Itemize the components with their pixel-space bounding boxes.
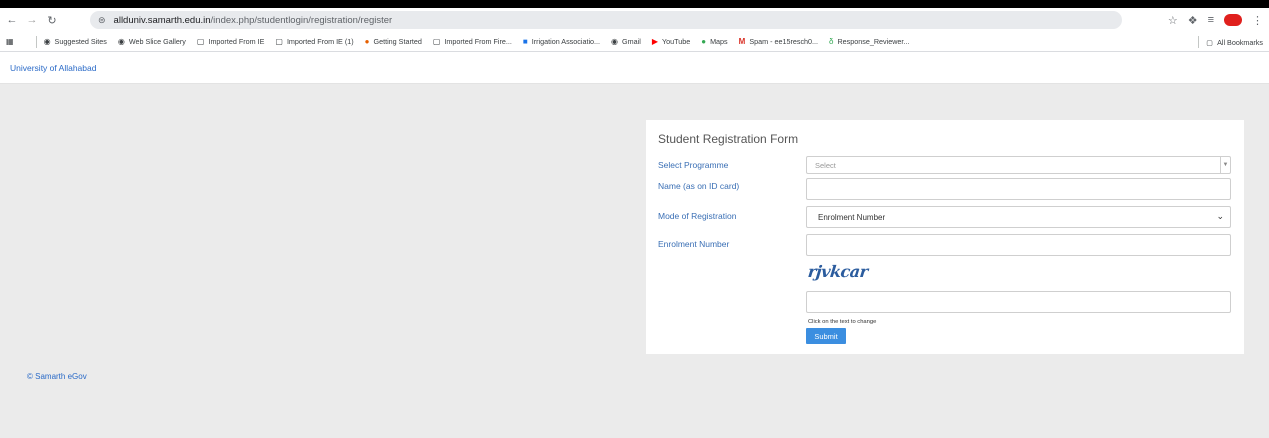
captcha-hint: Click on the text to change	[808, 319, 877, 325]
mode-select[interactable]: Enrolment Number ⌄	[806, 206, 1231, 228]
browser-tools: ☆ ❖ ≡ ⋮	[1168, 11, 1263, 29]
footer-link[interactable]: © Samarth eGov	[27, 372, 87, 381]
caret-down-icon: ▼	[1220, 157, 1230, 173]
bookmark-getting-started[interactable]: ● Getting Started	[365, 37, 422, 46]
mode-label: Mode of Registration	[658, 211, 737, 221]
name-label: Name (as on ID card)	[658, 181, 740, 191]
bookmark-suggested-sites[interactable]: ◉ Suggested Sites	[44, 37, 107, 46]
all-bookmarks[interactable]: ▢ All Bookmarks	[1191, 32, 1263, 52]
browser-window: ← → ↻ ⊜ allduniv.samarth.edu.in/index.ph…	[0, 8, 1269, 438]
gmail-icon: M	[738, 37, 746, 46]
forward-arrow-icon[interactable]: →	[24, 12, 40, 28]
programme-placeholder: Select	[815, 160, 836, 170]
bookmark-spam[interactable]: M Spam - ee15resch0...	[739, 37, 818, 46]
programme-select[interactable]: Select ▼	[806, 156, 1231, 174]
globe-icon: ◉	[43, 37, 51, 46]
profile-avatar[interactable]	[1224, 14, 1242, 26]
youtube-icon: ▶	[651, 37, 658, 46]
browser-toolbar: ← → ↻ ⊜ allduniv.samarth.edu.in/index.ph…	[0, 8, 1269, 32]
enrolment-input[interactable]	[806, 234, 1231, 256]
site-settings-icon[interactable]: ⊜	[98, 15, 106, 26]
folder-icon: ▢	[1206, 37, 1214, 47]
programme-label: Select Programme	[658, 160, 729, 170]
brand-link[interactable]: University of Allahabad	[10, 63, 96, 73]
bookmarks-divider	[35, 35, 37, 48]
address-bar[interactable]: ⊜ allduniv.samarth.edu.in/index.php/stud…	[90, 11, 1122, 29]
chevron-down-icon: ⌄	[1216, 211, 1224, 221]
folder-icon: ▢	[196, 37, 205, 46]
mode-selected-value: Enrolment Number	[818, 212, 886, 222]
bookmarks-bar: ▦ ◉ Suggested Sites ◉ Web Slice Gallery ▢ I…	[0, 32, 1269, 52]
url-path: /index.php/studentlogin/registration/reg…	[210, 14, 393, 26]
all-bookmarks-label: All Bookmarks	[1217, 37, 1263, 47]
bookmark-irrigation[interactable]: ■ Irrigation Associatio...	[523, 37, 600, 46]
submit-button[interactable]: Submit	[806, 328, 846, 344]
star-icon[interactable]: ☆	[1168, 14, 1178, 27]
bookmark-web-slice-gallery[interactable]: ◉ Web Slice Gallery	[118, 37, 186, 46]
bookmark-maps[interactable]: ● Maps	[701, 37, 727, 46]
captcha-input[interactable]	[806, 291, 1231, 313]
bookmarks-divider	[1198, 36, 1200, 48]
bookmark-response-reviewer[interactable]: δ Response_Reviewer...	[829, 37, 909, 46]
bookmark-imported-from-ie-1[interactable]: ▢ Imported From IE (1)	[275, 37, 353, 46]
url-host: allduniv.samarth.edu.in	[113, 14, 211, 26]
folder-icon: ▢	[275, 37, 283, 46]
back-arrow-icon[interactable]: ←	[4, 12, 20, 28]
bookmark-gmail[interactable]: ◉ Gmail	[611, 37, 641, 46]
media-icon[interactable]: ≡	[1208, 14, 1214, 26]
apps-grid-icon[interactable]: ▦	[6, 37, 18, 46]
info-icon: ■	[522, 37, 528, 46]
captcha-image[interactable]: rjvkcar	[807, 262, 869, 281]
globe-icon: ◉	[117, 37, 125, 46]
bookmark-imported-from-firefox[interactable]: ▢ Imported From Fire...	[433, 37, 512, 46]
extensions-icon[interactable]: ❖	[1188, 14, 1198, 27]
bookmark-imported-from-ie[interactable]: ▢ Imported From IE	[197, 37, 264, 46]
menu-kebab-icon[interactable]: ⋮	[1252, 14, 1263, 27]
name-input[interactable]	[806, 178, 1231, 200]
folder-icon: ▢	[432, 37, 441, 46]
form-title: Student Registration Form	[658, 132, 799, 146]
globe-icon: ◉	[611, 37, 619, 46]
app-navbar: University of Allahabad	[0, 52, 1269, 84]
sprout-icon: δ	[829, 37, 834, 46]
bookmark-youtube[interactable]: ▶ YouTube	[652, 37, 690, 46]
enrolment-label: Enrolment Number	[658, 239, 730, 249]
maps-icon: ●	[701, 37, 707, 46]
registration-form-card: Student Registration Form Select Program…	[646, 120, 1244, 354]
firefox-icon: ●	[364, 37, 370, 46]
reload-icon[interactable]: ↻	[44, 12, 60, 28]
